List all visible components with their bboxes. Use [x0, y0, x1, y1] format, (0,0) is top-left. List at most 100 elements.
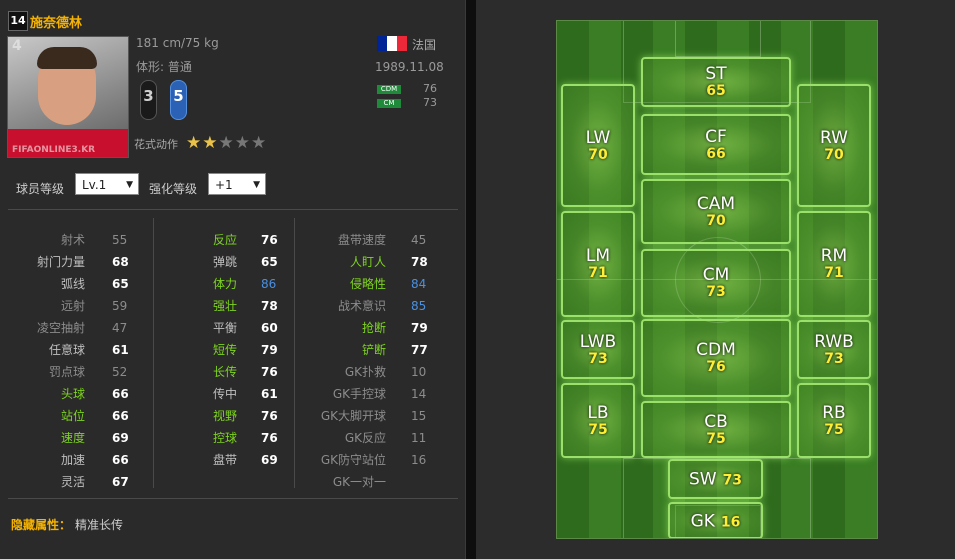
season-badge: 14: [8, 11, 28, 31]
stat-row: 罚点球 52: [10, 361, 127, 383]
upgrade-value: +1: [215, 178, 233, 192]
position-tile-cdm[interactable]: CDM 76: [641, 319, 791, 397]
position-name: LWB: [579, 331, 617, 352]
position-name: SW: [688, 469, 717, 490]
stat-label: 灵活: [60, 475, 85, 489]
stat-label: GK反应: [344, 431, 386, 445]
position-tile-rm[interactable]: RM 71: [797, 211, 871, 317]
star-filled-icon: ★: [186, 133, 203, 153]
position-rating: 73: [706, 284, 726, 300]
stat-row: GK手控球 14: [300, 383, 427, 405]
position-name: CM: [702, 265, 730, 285]
position-tile-sw[interactable]: SW 73: [668, 459, 763, 499]
stat-label: 战术意识: [337, 299, 386, 313]
player-number: 4: [12, 38, 22, 54]
stat-label: 头球: [60, 387, 85, 401]
stat-label: 侵略性: [349, 277, 386, 291]
stat-label: 射术: [60, 233, 85, 247]
stats-column-1: 射术 55 射门力量 68 弧线 65 远射 59 凌空抽射 47 任意球 61 罚点球 52 头球 66 站位…: [10, 229, 129, 493]
divider: [8, 498, 458, 499]
position-tile-rwb[interactable]: RWB 73: [797, 320, 871, 379]
stat-row: GK反应 11: [300, 427, 427, 449]
position-tile-lwb[interactable]: LWB 73: [561, 320, 635, 379]
position-rating: 66: [706, 145, 726, 162]
position-rating: 76: [706, 359, 726, 375]
position-tile-cam[interactable]: CAM 70: [641, 179, 791, 244]
position-name: CF: [705, 126, 727, 147]
stat-value: 86: [261, 277, 277, 291]
divider: [8, 209, 458, 210]
position-name: CDM: [696, 340, 736, 360]
position-rating: 70: [824, 146, 844, 163]
stat-value: 14: [411, 387, 427, 401]
stat-value: 69: [261, 453, 278, 467]
position-tile-rw[interactable]: RW 70: [797, 84, 871, 207]
stat-label: 加速: [60, 453, 85, 467]
position-name: RWB: [814, 331, 854, 352]
stat-value: 76: [261, 409, 278, 423]
position-tile-cb[interactable]: CB 75: [641, 401, 791, 458]
player-name[interactable]: 施奈德林: [30, 12, 82, 31]
stats-column-3: 盘带速度 45 人盯人 78 侵略性 84 战术意识 85 抢断 79 铲断 77 GK扑救 10 GK手控…: [300, 229, 428, 493]
position-name: LM: [585, 246, 611, 266]
stat-label: 站位: [60, 409, 85, 423]
position-rating: 76: [423, 82, 437, 95]
position-tile-lb[interactable]: LB 75: [561, 383, 635, 458]
stats-column-2: 反应 76 弹跳 65 体力 86 强壮 78 平衡 60 短传 79 长传 76 传中 61 视野 76 控球 76…: [165, 229, 278, 471]
position-row-cm: CM 73: [377, 96, 437, 109]
position-rating: 75: [706, 430, 726, 447]
chevron-down-icon: ▼: [253, 180, 260, 190]
stat-row: 传中 61: [165, 383, 278, 405]
position-tile-lm[interactable]: LM 71: [561, 211, 635, 317]
stat-value: 60: [261, 321, 278, 335]
stat-label: 铲断: [361, 343, 386, 357]
stat-row: GK扑救 10: [300, 361, 427, 383]
stat-row: 强壮 78: [165, 295, 278, 317]
skill-stars: ★★★★★: [186, 133, 267, 153]
nation-label: 法国: [412, 38, 437, 52]
position-tile-cm[interactable]: CM 73: [641, 249, 791, 317]
position-tile-lw[interactable]: LW 70: [561, 84, 635, 207]
column-divider: [153, 218, 154, 488]
stat-label: GK一对一: [332, 475, 386, 489]
stat-row: 短传 79: [165, 339, 278, 361]
chevron-down-icon: ▼: [126, 180, 133, 190]
upgrade-label: 强化等级: [149, 182, 198, 196]
france-flag-icon: [377, 36, 407, 51]
position-rating: 73: [824, 350, 844, 367]
stat-row: 抢断 79: [300, 317, 428, 339]
level-select[interactable]: Lv.1 ▼: [75, 173, 139, 195]
stat-row: 站位 66: [10, 405, 129, 427]
stat-label: 平衡: [212, 321, 237, 335]
hair-shape: [37, 47, 97, 69]
position-rating: 71: [824, 265, 844, 281]
hidden-traits-label: 隐藏属性：: [11, 518, 72, 532]
position-tile-gk[interactable]: GK 16: [668, 502, 763, 538]
position-tile-rb[interactable]: RB 75: [797, 383, 871, 458]
position-tile-st[interactable]: ST 65: [641, 57, 791, 107]
upgrade-select[interactable]: +1 ▼: [208, 173, 266, 195]
stat-row: 盘带速度 45: [300, 229, 427, 251]
stat-value: 66: [112, 409, 129, 423]
position-rating: 70: [706, 212, 726, 229]
stat-value: 55: [112, 233, 128, 247]
stat-value: 77: [411, 343, 428, 357]
position-tile-cf[interactable]: CF 66: [641, 114, 791, 175]
position-rating: 75: [824, 421, 844, 438]
stat-label: 反应: [212, 233, 237, 247]
stat-value: 16: [411, 453, 427, 467]
stat-value: 47: [112, 321, 128, 335]
stat-label: 人盯人: [349, 255, 386, 269]
stat-value: 66: [112, 387, 129, 401]
position-name: RB: [822, 402, 846, 423]
stat-value: 76: [261, 233, 278, 247]
stat-row: 加速 66: [10, 449, 129, 471]
stat-label: 控球: [212, 431, 237, 445]
stat-row: 速度 69: [10, 427, 129, 449]
stat-label: 长传: [212, 365, 237, 379]
stat-row: 平衡 60: [165, 317, 278, 339]
stat-label: 任意球: [48, 343, 85, 357]
stat-row: 战术意识 85: [300, 295, 427, 317]
stat-value: 76: [261, 365, 278, 379]
position-name: ST: [705, 64, 727, 84]
